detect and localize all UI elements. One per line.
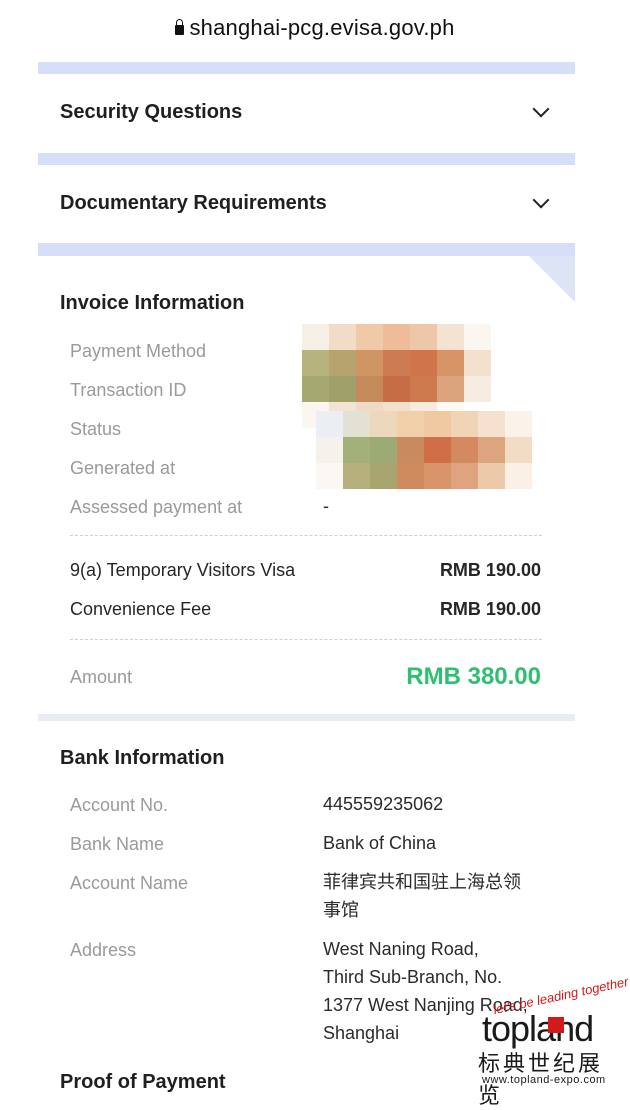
accordion-label: Documentary Requirements	[60, 191, 327, 214]
divider	[70, 639, 542, 640]
chevron-down-icon	[532, 191, 550, 209]
generated-at-label: Generated at	[70, 458, 176, 478]
payment-method-label: Payment Method	[70, 341, 207, 361]
lock-icon	[175, 19, 185, 35]
accordion-security-questions[interactable]: Security Questions	[38, 74, 575, 150]
assessed-payment-value: -	[323, 496, 329, 516]
section-divider	[38, 62, 575, 74]
account-no-value: 445559235062	[323, 794, 444, 814]
url-text: shanghai-pcg.evisa.gov.ph	[189, 15, 455, 40]
account-name-line: 事馆	[323, 900, 359, 920]
account-name-value: 菲律宾共和国驻上海总领 事馆	[323, 868, 521, 924]
bank-title: Bank Information	[60, 747, 225, 769]
address-bar[interactable]: shanghai-pcg.evisa.gov.ph	[0, 0, 630, 56]
amount-label: Amount	[70, 667, 133, 687]
amount-value: RMB 380.00	[406, 663, 541, 690]
account-name-line: 菲律宾共和国驻上海总领	[323, 872, 521, 892]
corner-fold	[529, 256, 575, 302]
divider	[70, 535, 542, 536]
section-divider	[38, 243, 575, 256]
bank-name-label: Bank Name	[70, 834, 165, 854]
status-label: Status	[70, 419, 122, 439]
line-item-fee: Convenience Fee	[70, 599, 212, 619]
accordion-label: Security Questions	[60, 100, 243, 123]
assessed-payment-label: Assessed payment at	[70, 497, 243, 517]
watermark-url: www.topland-expo.com	[482, 1074, 606, 1086]
transaction-id-label: Transaction ID	[70, 380, 187, 400]
line-item-visa-price: RMB 190.00	[439, 560, 541, 580]
address-line: West Naning Road,	[323, 939, 479, 959]
invoice-card: Invoice Information Payment Method Trans…	[38, 256, 575, 714]
topland-watermark: let's be leading together topland 标典世纪展览…	[444, 974, 630, 1108]
watermark-logo-icon	[548, 1017, 564, 1033]
section-divider	[38, 153, 575, 165]
accordion-documentary-requirements[interactable]: Documentary Requirements	[38, 165, 575, 241]
address-label: Address	[70, 940, 137, 960]
line-item-fee-price: RMB 190.00	[439, 599, 541, 619]
account-no-label: Account No.	[70, 795, 169, 815]
section-divider	[38, 714, 575, 721]
invoice-title: Invoice Information	[60, 292, 245, 314]
account-name-label: Account Name	[70, 873, 189, 893]
bank-name-value: Bank of China	[323, 833, 437, 853]
watermark-brand: topland	[482, 1008, 594, 1049]
chevron-down-icon	[532, 100, 550, 118]
redacted-mosaic	[316, 411, 532, 489]
address-line: Third Sub-Branch, No.	[323, 967, 503, 987]
line-item-visa: 9(a) Temporary Visitors Visa	[70, 560, 296, 580]
proof-of-payment-title: Proof of Payment	[60, 1071, 226, 1093]
